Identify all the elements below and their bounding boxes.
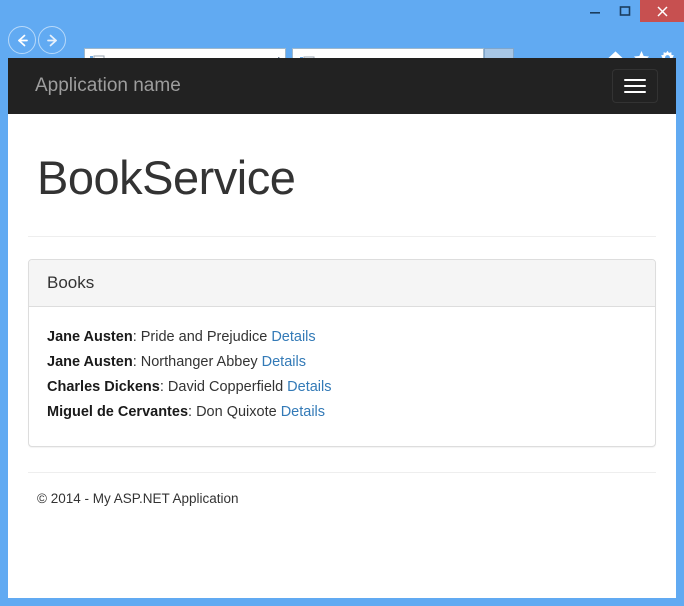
book-separator: : xyxy=(159,378,164,395)
maximize-button[interactable] xyxy=(610,0,640,22)
book-details-link[interactable]: Details xyxy=(262,354,306,370)
minimize-button[interactable] xyxy=(580,0,610,22)
list-item: Miguel de Cervantes: Don Quixote Details xyxy=(47,400,637,425)
book-separator: : xyxy=(132,353,137,370)
close-button[interactable] xyxy=(640,0,684,22)
navbar-brand[interactable]: Application name xyxy=(35,58,181,114)
list-item: Jane Austen: Northanger Abbey Details xyxy=(47,350,637,375)
book-details-link[interactable]: Details xyxy=(271,329,315,345)
back-button[interactable] xyxy=(8,26,36,54)
page-viewport: Application name BookService Books Jane … xyxy=(8,58,676,598)
book-details-link[interactable]: Details xyxy=(287,379,331,395)
book-separator: : xyxy=(188,403,193,420)
footer-divider xyxy=(28,472,656,474)
book-author: Charles Dickens xyxy=(47,378,160,395)
list-item: Charles Dickens: David Copperfield Detail… xyxy=(47,375,637,400)
hamburger-icon-bar xyxy=(624,79,646,81)
book-separator: : xyxy=(132,328,137,345)
browser-titlebar xyxy=(0,0,684,22)
panel-body: Jane Austen: Pride and Prejudice Details … xyxy=(29,307,655,447)
maximize-icon xyxy=(619,6,631,16)
close-icon xyxy=(656,5,668,17)
arrow-left-icon xyxy=(17,34,28,46)
hamburger-icon-bar xyxy=(624,85,646,87)
book-details-link[interactable]: Details xyxy=(281,404,325,420)
panel-title: Books xyxy=(47,272,95,292)
book-list: Jane Austen: Pride and Prejudice Details … xyxy=(47,325,637,425)
book-author: Jane Austen xyxy=(47,353,133,370)
minimize-icon xyxy=(590,12,600,14)
arrow-right-icon xyxy=(46,34,57,46)
window-controls xyxy=(580,0,684,22)
panel-heading: Books xyxy=(29,259,655,307)
list-item: Jane Austen: Pride and Prejudice Details xyxy=(47,325,637,350)
book-title: Don Quixote xyxy=(196,403,277,420)
forward-button[interactable] xyxy=(38,26,66,54)
footer-copyright: © 2014 - My ASP.NET Application xyxy=(37,491,239,507)
site-navbar: Application name xyxy=(8,58,676,114)
title-divider xyxy=(28,235,656,237)
book-title: Pride and Prejudice xyxy=(140,328,268,345)
page-title: BookService xyxy=(37,151,296,204)
browser-window: http://localhost:50524/H xyxy=(0,0,684,606)
books-panel: Books Jane Austen: Pride and Prejudice De… xyxy=(28,258,656,448)
page-container: BookService Books Jane Austen: Pride and… xyxy=(8,114,676,448)
navbar-toggle-button[interactable] xyxy=(612,69,658,103)
book-title: David Copperfield xyxy=(167,378,284,395)
book-author: Jane Austen xyxy=(47,328,133,345)
book-author: Miguel de Cervantes xyxy=(47,403,189,420)
browser-navigation-bar: http://localhost:50524/H xyxy=(0,22,684,78)
page-footer: © 2014 - My ASP.NET Application xyxy=(8,472,676,506)
hamburger-icon-bar xyxy=(624,91,646,93)
book-title: Northanger Abbey xyxy=(140,353,258,370)
